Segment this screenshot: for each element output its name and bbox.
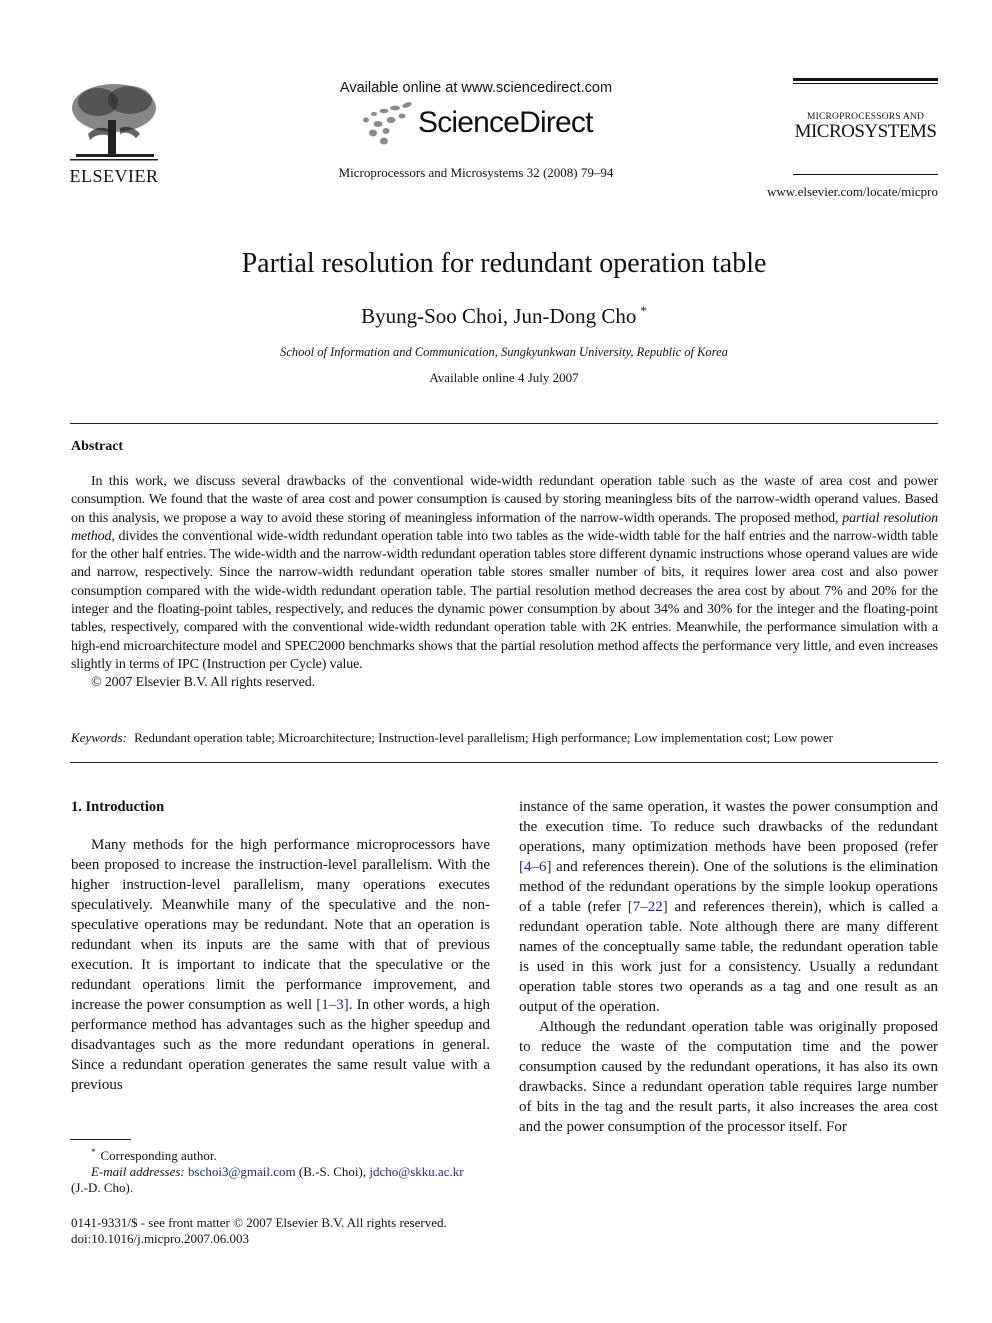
article-authors: Byung-Soo Choi, Jun-Dong Cho * <box>0 303 992 329</box>
journal-logo-big-text: MICROSYSTEMS <box>794 121 937 142</box>
keywords-text: Redundant operation table; Microarchitec… <box>134 730 833 745</box>
journal-logo-rule-top-thin <box>793 83 938 84</box>
intro-paragraph-1: Many methods for the high performance mi… <box>71 835 490 1095</box>
footnote-emails: E-mail addresses: bschoi3@gmail.com (B.-… <box>71 1164 490 1180</box>
citation-link-1-3[interactable]: [1–3] <box>316 997 349 1013</box>
sciencedirect-wordmark: ScienceDirect <box>418 106 593 139</box>
keywords-label: Keywords: <box>71 730 127 745</box>
email-link-cho[interactable]: jdcho@skku.ac.kr <box>369 1164 463 1179</box>
footnote-rule <box>70 1139 131 1140</box>
doi[interactable]: doi:10.1016/j.micpro.2007.06.003 <box>71 1231 511 1247</box>
footnote: * Corresponding author. E-mail addresses:… <box>71 1144 490 1196</box>
citation-link-7-22[interactable]: [7–22] <box>628 899 668 915</box>
affiliation: School of Information and Communication,… <box>280 345 728 359</box>
available-date: Available online 4 July 2007 <box>429 370 579 385</box>
intro-paragraph-2: Although the redundant operation table w… <box>519 1019 938 1135</box>
abstract-text-2: , divides the conventional wide-width re… <box>71 528 938 672</box>
front-matter-text: 0141-9331/$ - see front matter © 2007 El… <box>71 1215 447 1230</box>
journal-logo-rule-bottom <box>793 174 938 175</box>
column-right: instance of the same operation, it waste… <box>519 797 938 1137</box>
section-heading-introduction: 1. Introduction <box>71 799 165 815</box>
abstract-copyright: © 2007 Elsevier B.V. All rights reserved… <box>91 675 315 691</box>
email-label: E-mail addresses: <box>91 1164 185 1179</box>
front-matter: 0141-9331/$ - see front matter © 2007 El… <box>71 1215 511 1247</box>
abstract-text-1: In this work, we discuss several drawbac… <box>71 474 938 526</box>
article-title: Partial resolution for redundant operati… <box>241 248 767 279</box>
journal-logo: MICROPROCESSORS AND MICROSYSTEMS <box>793 78 938 175</box>
footnote-mark: * <box>91 1147 96 1157</box>
intro-text: instance of the same operation, it waste… <box>519 799 938 855</box>
abstract-paragraph: In this work, we discuss several drawbac… <box>71 473 938 674</box>
citation-link-4-6[interactable]: [4–6] <box>519 859 552 875</box>
keywords: Keywords: Redundant operation table; Mic… <box>71 730 938 746</box>
email-owner-choi: (B.-S. Choi), <box>295 1164 370 1179</box>
author-names: Byung-Soo Choi, Jun-Dong Cho <box>361 304 637 328</box>
email-link-choi[interactable]: bschoi3@gmail.com <box>188 1164 296 1179</box>
intro-text: Many methods for the high performance mi… <box>71 837 490 1013</box>
intro-paragraph-1-cont: instance of the same operation, it waste… <box>519 797 938 1017</box>
journal-url[interactable]: www.elsevier.com/locate/micpro <box>740 184 938 200</box>
footnote-corresponding-text: Corresponding author. <box>100 1148 217 1163</box>
divider-top <box>70 423 938 425</box>
email-owner-cho: (J.-D. Cho). <box>71 1180 134 1195</box>
sciencedirect-dots-icon <box>363 102 412 145</box>
journal-logo-rule-top <box>793 78 938 81</box>
abstract-body: In this work, we discuss several drawbac… <box>71 473 938 693</box>
intro-text: and references therein), which is called… <box>519 899 938 1015</box>
sciencedirect-logo: ScienceDirect <box>360 100 600 146</box>
abstract-heading: Abstract <box>71 439 124 454</box>
column-left: 1. Introduction Many methods for the hig… <box>71 797 490 1095</box>
footnote-corresponding: * Corresponding author. <box>71 1144 490 1164</box>
corresponding-author-mark[interactable]: * <box>640 303 647 318</box>
divider-bottom <box>70 762 938 764</box>
